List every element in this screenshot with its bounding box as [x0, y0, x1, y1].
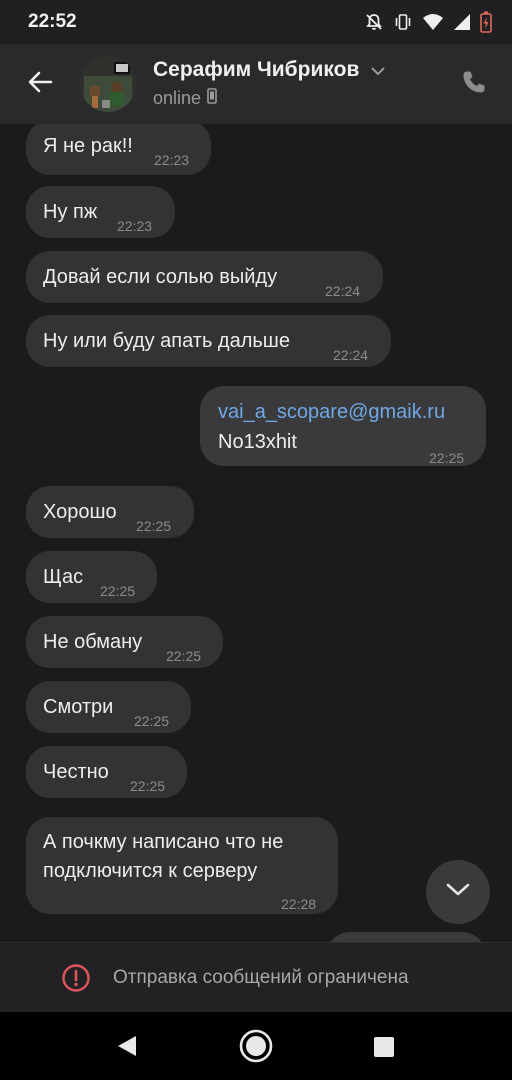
status-time: 22:52 — [28, 11, 77, 32]
message-bubble-incoming[interactable]: А почкму написано что не подключится к с… — [26, 817, 338, 914]
message-text: Довай если солью выйду — [43, 266, 278, 288]
message-time: 22:24 — [333, 347, 369, 363]
notifications-muted-icon — [364, 12, 384, 32]
phone-icon — [461, 69, 487, 100]
message-text: Ну пж — [43, 201, 98, 223]
message-text: Смотри — [43, 696, 114, 718]
contact-status-text: online — [153, 88, 202, 108]
nav-home-icon[interactable] — [238, 1028, 274, 1069]
message-text: Не обману — [43, 631, 143, 653]
battery-icon — [480, 11, 492, 33]
message-bubble-incoming[interactable]: Хорошо 22:25 — [26, 486, 194, 538]
message-time: 22:23 — [154, 152, 190, 168]
nav-back-icon[interactable] — [116, 1034, 138, 1063]
status-bar: 22:52 — [0, 0, 512, 44]
signal-icon — [453, 12, 471, 32]
message-bubble-incoming[interactable]: Я не рак!! 22:23 — [26, 124, 211, 175]
message-bubble-incoming[interactable]: Ну пж 22:23 — [26, 186, 175, 238]
contact-status: online — [153, 88, 217, 109]
vibrate-icon — [393, 12, 413, 32]
message-text: Хорошо — [43, 501, 117, 523]
message-time: 22:24 — [325, 283, 361, 299]
message-bubble-incoming[interactable]: Ну или буду апать дальше 22:24 — [26, 315, 391, 367]
message-text-line: А почкму написано что не — [43, 831, 284, 853]
message-time: 22:25 — [134, 713, 170, 729]
message-bubble-incoming[interactable]: Довай если солью выйду 22:24 — [26, 251, 383, 303]
contact-name[interactable]: Серафим Чибриков — [153, 58, 359, 82]
restriction-text: Отправка сообщений ограничена — [113, 967, 409, 988]
chevron-down-icon — [445, 882, 471, 903]
message-time: 22:28 — [281, 896, 317, 912]
wifi-icon — [422, 12, 444, 32]
avatar[interactable] — [80, 56, 136, 112]
message-time: 22:25 — [130, 778, 166, 794]
message-bubble-outgoing[interactable]: vai_a_scopare@gmaik.ru No13xhit 22:25 — [200, 386, 486, 466]
message-time: 22:25 — [429, 450, 465, 466]
call-button[interactable] — [456, 66, 492, 102]
message-bubble-incoming[interactable]: Щас 22:25 — [26, 551, 157, 603]
arrow-left-icon — [27, 70, 53, 99]
chevron-down-icon[interactable] — [370, 64, 386, 82]
message-text-line: подключится к серверу — [43, 860, 258, 882]
message-time: 22:25 — [166, 648, 202, 664]
screen: 22:52 Серафим Чибриков online Я не рак!!… — [0, 0, 512, 1080]
message-time: 22:25 — [100, 583, 136, 599]
message-bubble-incoming[interactable]: Честно 22:25 — [26, 746, 187, 798]
message-text: Честно — [43, 761, 109, 783]
message-text: No13xhit — [218, 431, 297, 453]
messaging-restricted-bar: Отправка сообщений ограничена — [0, 942, 512, 1013]
message-text: Ну или буду апать дальше — [43, 330, 290, 352]
message-time: 22:25 — [136, 518, 172, 534]
nav-recent-apps-icon[interactable] — [373, 1036, 395, 1063]
system-nav-bar — [0, 1012, 512, 1080]
message-bubble-incoming[interactable]: Не обману 22:25 — [26, 616, 223, 668]
message-bubble-incoming[interactable]: Смотри 22:25 — [26, 681, 191, 733]
message-text: Я не рак!! — [43, 135, 133, 157]
message-bubble-outgoing-partial[interactable] — [326, 932, 486, 942]
phone-device-icon — [207, 88, 217, 109]
status-icons — [364, 10, 492, 34]
back-button[interactable] — [20, 64, 60, 104]
exclamation-circle-icon — [61, 963, 91, 998]
message-time: 22:23 — [117, 218, 153, 234]
message-link[interactable]: vai_a_scopare@gmaik.ru — [218, 398, 445, 426]
scroll-down-button[interactable] — [426, 860, 490, 924]
message-list[interactable]: Я не рак!! 22:23 Ну пж 22:23 Довай если … — [0, 124, 512, 942]
chat-header: Серафим Чибриков online — [0, 44, 512, 124]
message-text: Щас — [43, 566, 84, 588]
